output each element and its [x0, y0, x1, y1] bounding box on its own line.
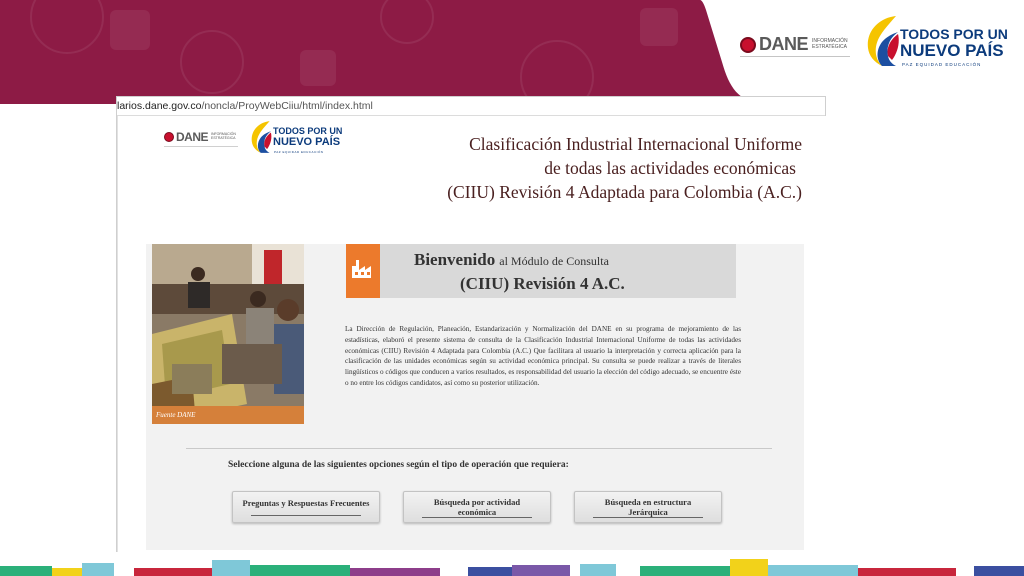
banner-tpu-logo: TODOS POR UN NUEVO PAÍS PAZ EQUIDAD EDUC…	[862, 12, 1012, 72]
banner-decoration	[180, 30, 244, 94]
tpu-line2: NUEVO PAÍS	[273, 136, 341, 148]
address-bar[interactable]: larios.dane.gov.co/noncla/ProyWebCiiu/ht…	[117, 97, 825, 116]
button-underline	[251, 515, 361, 516]
color-strip	[512, 565, 570, 576]
activity-search-button[interactable]: Búsqueda por actividad económica	[403, 491, 551, 523]
welcome-heading: Bienvenido al Módulo de Consulta	[414, 250, 609, 270]
page-tpu-logo: TODOS POR UN NUEVO PAÍS PAZ EQUIDAD EDUC…	[248, 118, 348, 158]
title-line3: (CIIU) Revisión 4 Adaptada para Colombia…	[447, 182, 802, 202]
color-strip	[640, 566, 730, 576]
banner-decoration	[520, 40, 594, 104]
color-strip	[580, 564, 616, 576]
url-host: larios.dane.gov.co	[117, 100, 202, 112]
dane-seal-icon	[164, 132, 174, 142]
header-logo-separator	[164, 146, 238, 147]
web-page: DANE INFORMACIÓN ESTRATÉGICA TODOS POR U…	[117, 116, 826, 552]
color-strip	[250, 565, 350, 576]
hierarchy-search-button[interactable]: Búsqueda en estructura Jerárquica	[574, 491, 722, 523]
banner-decoration	[300, 50, 336, 86]
activity-button-label-2: económica	[457, 507, 497, 517]
dane-seal-icon	[740, 36, 756, 53]
color-strip	[0, 566, 52, 576]
workers-photo-image	[152, 244, 304, 424]
page-title: Clasificación Industrial Internacional U…	[382, 132, 802, 204]
tpu-subtitle: PAZ EQUIDAD EDUCACIÓN	[902, 62, 982, 67]
dane-logo-subtitle: INFORMACIÓN ESTRATÉGICA	[211, 133, 236, 140]
title-line2: de todas las actividades económicas	[544, 158, 796, 178]
faq-button[interactable]: Preguntas y Respuestas Frecuentes	[232, 491, 380, 523]
logo-separator	[740, 56, 850, 57]
color-strip	[730, 559, 768, 576]
color-strip	[768, 565, 858, 576]
welcome-subheading: (CIIU) Revisión 4 A.C.	[460, 274, 625, 293]
button-underline	[593, 517, 703, 518]
workers-photo: Fuente DANE	[152, 244, 304, 424]
factory-tile	[346, 244, 380, 298]
browser-window: larios.dane.gov.co/noncla/ProyWebCiiu/ht…	[116, 96, 826, 552]
title-line1: Clasificación Industrial Internacional U…	[469, 134, 802, 154]
dane-logo-subtitle: INFORMACIÓN ESTRATÉGICA	[812, 38, 848, 50]
banner-decoration	[30, 0, 104, 54]
url-path: /noncla/ProyWebCiiu/html/index.html	[201, 100, 373, 112]
color-strip	[134, 568, 212, 576]
banner-decoration	[110, 10, 150, 50]
welcome-banner: Bienvenido al Módulo de Consulta (CIIU) …	[346, 244, 736, 298]
dane-logo-text: DANE	[176, 130, 209, 144]
color-strip	[350, 568, 440, 576]
description-paragraph: La Dirección de Regulación, Planeación, …	[345, 325, 741, 387]
color-strip	[974, 566, 1024, 576]
tpu-line2: NUEVO PAÍS	[900, 41, 1004, 60]
color-strip	[52, 568, 82, 576]
welcome-big: Bienvenido	[414, 250, 496, 269]
welcome-small: al Módulo de Consulta	[499, 254, 609, 268]
color-strip	[858, 568, 956, 576]
photo-caption: Fuente DANE	[152, 406, 304, 424]
dane-sub-line2: ESTRATÉGICA	[211, 136, 236, 140]
banner-dane-logo: DANE INFORMACIÓN ESTRATÉGICA	[740, 34, 848, 55]
banner-decoration	[380, 0, 434, 44]
color-strip	[468, 567, 512, 576]
color-strip	[82, 563, 114, 576]
tpu-line1: TODOS POR UN	[900, 26, 1008, 42]
dane-sub-line2: ESTRATÉGICA	[812, 43, 847, 50]
faq-button-label: Preguntas y Respuestas Frecuentes	[242, 498, 370, 508]
hierarchy-button-label-2: Jerárquica	[628, 507, 668, 517]
logo-tab: DANE INFORMACIÓN ESTRATÉGICA TODOS POR U…	[700, 0, 1024, 104]
tpu-subtitle: PAZ EQUIDAD EDUCACIÓN	[274, 150, 324, 154]
factory-icon	[352, 260, 371, 278]
colombia-flag-swoosh-icon	[251, 121, 272, 153]
page-dane-logo: DANE INFORMACIÓN ESTRATÉGICA	[164, 130, 236, 144]
hierarchy-button-label-1: Búsqueda en estructura	[604, 497, 692, 507]
content-panel: Fuente DANE Bienvenido al Módulo de Cons…	[146, 244, 804, 550]
top-banner: DANE INFORMACIÓN ESTRATÉGICA TODOS POR U…	[0, 0, 1024, 104]
tpu-line1: TODOS POR UN	[273, 126, 343, 136]
color-strip	[212, 560, 250, 576]
divider	[186, 448, 772, 449]
select-prompt: Seleccione alguna de las siguientes opci…	[228, 460, 569, 470]
banner-decoration	[640, 8, 678, 46]
dane-logo-text: DANE	[759, 34, 809, 54]
button-underline	[422, 517, 532, 518]
activity-button-label-1: Búsqueda por actividad	[433, 497, 521, 507]
